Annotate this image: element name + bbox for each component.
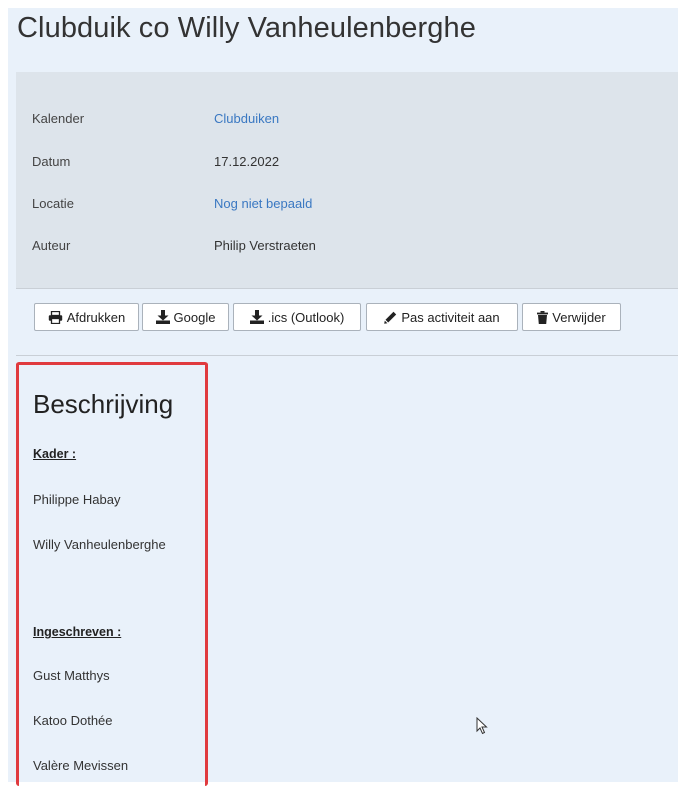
ingeschreven-heading: Ingeschreven : [33,625,122,639]
google-calendar-button[interactable]: Google [142,303,229,331]
kader-member: Willy Vanheulenberghe [33,537,166,552]
print-icon [48,310,63,324]
download-icon [155,310,170,324]
kader-member: Philippe Habay [33,492,121,507]
delete-label: Verwijder [552,309,606,325]
trash-icon [537,310,549,324]
locatie-link[interactable]: Nog niet bepaald [214,196,312,211]
detail-label: Auteur [32,238,71,253]
download-icon [249,310,264,324]
delete-button[interactable]: Verwijder [522,303,621,331]
kader-heading: Kader : [33,447,77,461]
participant: Katoo Dothée [33,713,113,728]
details-panel: Kalender Clubduiken Datum 17.12.2022 Loc… [16,72,678,289]
mouse-pointer-icon [476,716,488,740]
edit-activity-button[interactable]: Pas activiteit aan [366,303,518,331]
detail-label: Kalender [32,111,85,126]
page-container: Clubduik co Willy Vanheulenberghe Kalend… [8,8,678,786]
description-title: Beschrijving [33,389,174,419]
pencil-icon [384,311,397,324]
page-title: Clubduik co Willy Vanheulenberghe [17,12,476,44]
kalender-link[interactable]: Clubduiken [214,111,279,126]
detail-label: Datum [32,154,71,169]
action-toolbar: Afdrukken Google .ics (Outlook) Pas acti… [16,289,678,356]
participant: Valère Mevissen [33,758,129,773]
google-label: Google [173,309,216,325]
ics-download-button[interactable]: .ics (Outlook) [233,303,361,331]
auteur-value: Philip Verstraeten [214,238,316,253]
edit-label: Pas activiteit aan [401,309,500,325]
print-label: Afdrukken [66,309,126,325]
datum-value: 17.12.2022 [214,154,280,169]
print-button[interactable]: Afdrukken [34,303,139,331]
ics-label: .ics (Outlook) [267,309,345,325]
participant: Gust Matthys [33,668,110,683]
detail-label: Locatie [32,196,74,211]
description-section: Beschrijving Kader : Philippe Habay Will… [16,362,208,786]
